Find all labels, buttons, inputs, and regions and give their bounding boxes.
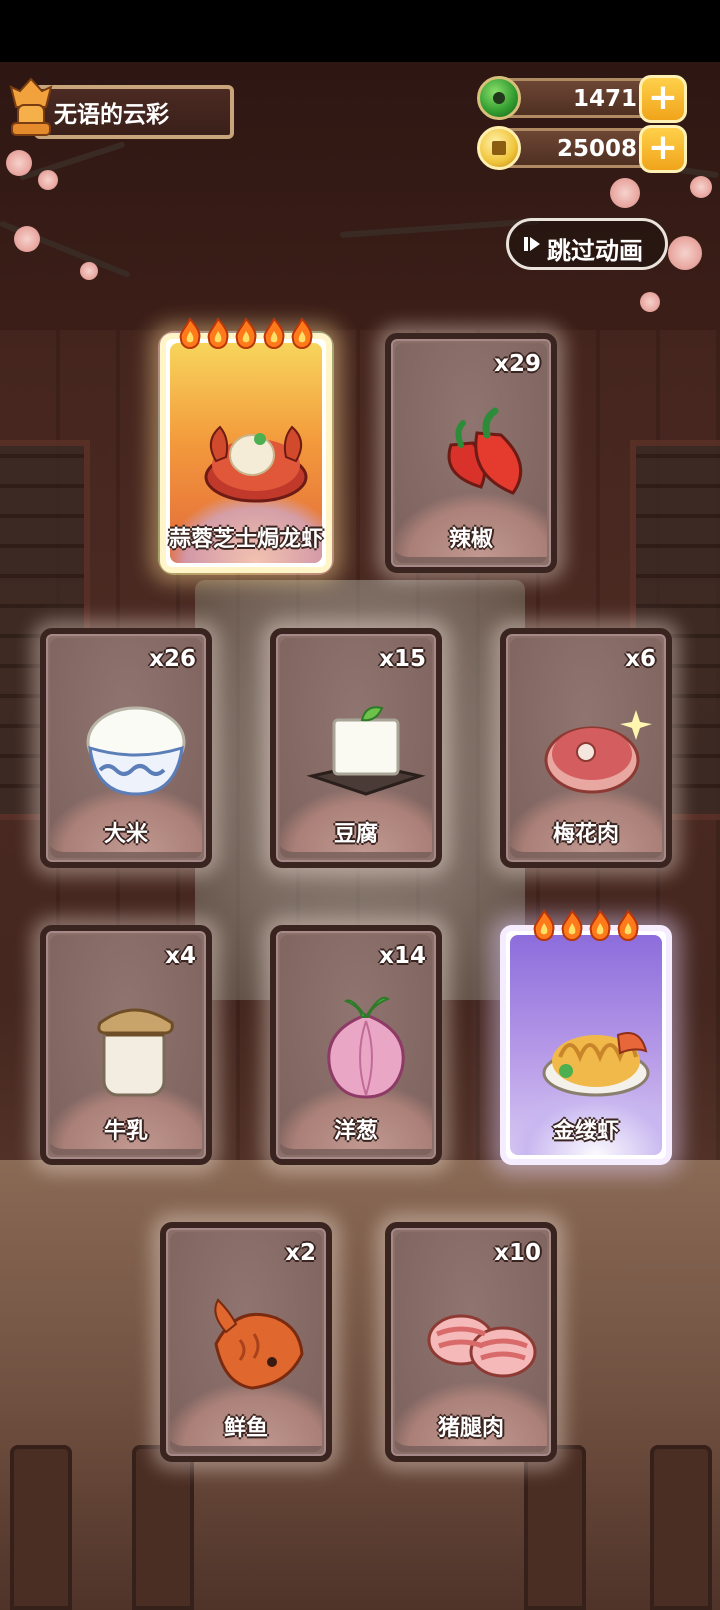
card-name: 洋葱 — [333, 1119, 378, 1144]
tofu-icon — [306, 706, 426, 796]
onion-icon — [327, 996, 405, 1099]
rarity-flames — [506, 909, 666, 941]
milk-jar-icon — [97, 1008, 174, 1097]
blossom-flower — [690, 176, 712, 198]
card-pork[interactable]: x6 梅花肉 — [500, 628, 672, 868]
flame-icon — [207, 317, 229, 349]
skip-animation-button[interactable]: 跳过动画 — [506, 218, 668, 270]
card-name: 辣椒 — [448, 527, 493, 552]
flame-icon — [589, 909, 611, 941]
blossom-flower — [668, 236, 702, 270]
card-onion[interactable]: x14 洋葱 — [270, 925, 442, 1165]
player-name: 无语的云彩 — [54, 102, 169, 128]
flame-icon — [533, 909, 555, 941]
flame-icon — [617, 909, 639, 941]
rice-bowl-icon — [86, 706, 186, 796]
coin-currency-bar: 25008 + — [477, 125, 687, 173]
add-jade-button[interactable]: + — [639, 75, 687, 123]
coin-value: 25008 — [556, 136, 637, 162]
background-railing — [132, 1445, 194, 1610]
card-count: x26 — [149, 646, 196, 672]
blossom-flower — [6, 150, 32, 176]
card-fish[interactable]: x2 鲜鱼 — [160, 1222, 332, 1462]
card-name: 蒜蓉芝士焗龙虾 — [168, 527, 323, 552]
card-milk[interactable]: x4 牛乳 — [40, 925, 212, 1165]
card-count: x14 — [379, 943, 426, 969]
card-count: x2 — [285, 1240, 316, 1266]
card-name: 鲜鱼 — [223, 1416, 268, 1441]
blossom-flower — [80, 262, 98, 280]
card-name: 牛乳 — [103, 1119, 148, 1144]
card-count: x6 — [625, 646, 656, 672]
pork-shoulder-icon — [544, 710, 652, 794]
background-railing — [10, 1445, 72, 1610]
card-name: 梅花肉 — [552, 822, 619, 847]
flame-icon — [179, 317, 201, 349]
flame-icon — [263, 317, 285, 349]
card-tofu[interactable]: x15 豆腐 — [270, 628, 442, 868]
status-bar — [0, 0, 720, 62]
card-count: x29 — [494, 351, 541, 377]
flame-icon — [291, 317, 313, 349]
card-rice[interactable]: x26 大米 — [40, 628, 212, 868]
jade-icon — [477, 76, 521, 120]
lobster-dish-icon — [204, 425, 308, 503]
card-count: x15 — [379, 646, 426, 672]
fish-icon — [214, 1298, 304, 1390]
blossom-flower — [38, 170, 58, 190]
jade-currency-bar: 1471 + — [477, 75, 687, 123]
card-golden-shrimp[interactable]: 金缕虾 — [500, 909, 672, 1165]
coin-icon — [477, 126, 521, 170]
card-name: 豆腐 — [333, 822, 378, 847]
card-name: 金缕虾 — [552, 1119, 619, 1144]
blossom-flower — [610, 178, 640, 208]
blossom-branch — [19, 141, 126, 181]
player-badge[interactable]: 无语的云彩 — [9, 77, 234, 139]
flame-icon — [561, 909, 583, 941]
card-count: x10 — [494, 1240, 541, 1266]
jade-value: 1471 — [572, 86, 637, 112]
card-lobster[interactable]: 蒜蓉芝士焗龙虾 — [158, 317, 334, 575]
flame-icon — [235, 317, 257, 349]
chili-icon — [447, 407, 523, 495]
background-railing — [524, 1445, 586, 1610]
card-count: x4 — [165, 943, 196, 969]
play-skip-icon — [524, 237, 540, 251]
rarity-flames — [166, 317, 326, 349]
golden-shrimp-icon — [542, 1032, 650, 1097]
card-name: 大米 — [103, 822, 148, 847]
blossom-flower — [14, 226, 40, 252]
skip-animation-label: 跳过动画 — [547, 237, 643, 265]
background-railing — [650, 1445, 712, 1610]
card-chili[interactable]: x29 辣椒 — [385, 333, 557, 573]
card-name: 猪腿肉 — [437, 1416, 504, 1441]
avatar — [9, 77, 53, 136]
card-pork-leg[interactable]: x10 猪腿肉 — [385, 1222, 557, 1462]
background-floor — [0, 1160, 720, 1610]
pork-leg-icon — [427, 1314, 537, 1378]
blossom-flower — [640, 292, 660, 312]
add-coins-button[interactable]: + — [639, 125, 687, 173]
